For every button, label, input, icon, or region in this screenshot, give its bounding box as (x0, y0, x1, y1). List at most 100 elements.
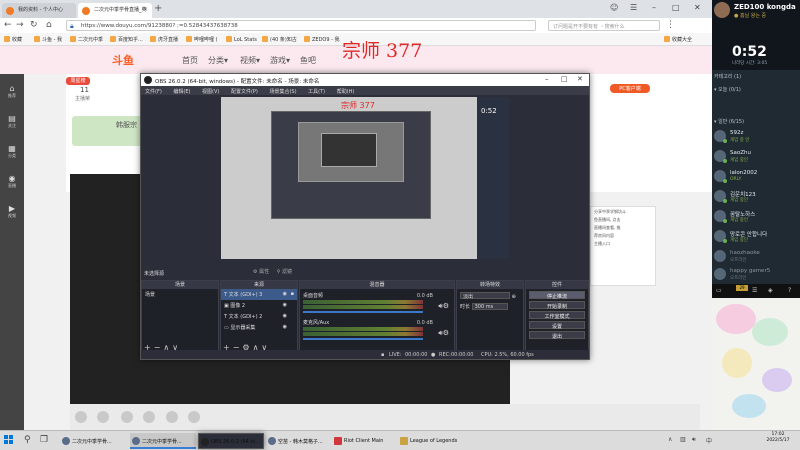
address-bar[interactable]: 🔒︎ https://www.douyu.com/9123880? ;=0.52… (66, 20, 536, 31)
nav-item[interactable]: 视频▾ (240, 55, 260, 66)
gift-icon[interactable] (97, 411, 109, 423)
scene-item[interactable]: 场景 (142, 289, 218, 300)
bookmark[interactable]: ZEDO9 - 我 (304, 36, 340, 43)
home-icon[interactable]: ⌂ (46, 20, 52, 30)
bookmark[interactable]: 虎牙直播 (150, 36, 178, 43)
taskbar-item-music[interactable]: 空苗 - 韩木莫格子... (266, 433, 330, 449)
friend-item[interactable]: SaoZhu 게임 중인 (712, 148, 800, 166)
start-recording-button[interactable]: 开始录制 (529, 301, 585, 310)
menu-item[interactable]: 帮助(H) (337, 89, 355, 95)
volume-icon[interactable]: 🔊︎ (692, 436, 696, 444)
back-icon[interactable]: ← (4, 20, 12, 30)
source-item[interactable]: ▣ 图像 2 ◉ (221, 300, 297, 311)
task-view-icon[interactable]: ❐ (40, 435, 48, 445)
close-window-icon[interactable]: ✕ (694, 3, 701, 12)
friend-item[interactable]: haozhaoke 오프라인 (712, 248, 800, 266)
mission-icon[interactable]: ◈ (768, 287, 773, 294)
menu-item[interactable]: 工具(T) (308, 89, 325, 95)
close-tab-icon[interactable]: × (143, 6, 148, 13)
studio-mode-button[interactable]: 工作室模式 (529, 311, 585, 320)
eye-icon[interactable]: ◉ (283, 302, 287, 308)
douyu-logo[interactable]: 斗鱼 (112, 52, 134, 68)
lock-icon[interactable]: ▪ (291, 291, 294, 297)
menu-item[interactable]: 场景集合(S) (269, 89, 296, 95)
taskbar-item-browser[interactable]: 二次元中季学骨... (60, 433, 128, 449)
new-tab-icon[interactable]: + (154, 3, 162, 14)
taskbar-item-obs[interactable]: OBS 26.0.2 (64-bi... (198, 433, 264, 449)
bookmark[interactable]: 哔哩哔哩 ( (186, 36, 218, 43)
rank-badge[interactable]: 周星榜 (66, 77, 90, 85)
maximize-icon[interactable]: □ (672, 3, 680, 12)
eye-icon[interactable]: ◉ (283, 291, 287, 297)
refresh-icon[interactable]: ↻ (30, 20, 38, 30)
maximize-icon[interactable]: □ (561, 75, 568, 83)
taskbar-item-riot-client[interactable]: Riot Client Main (332, 433, 396, 449)
obs-preview[interactable]: 宗师 377 0:52 (221, 97, 509, 259)
avatar[interactable] (714, 2, 730, 18)
browser-tab-active[interactable]: 二次元中季学骨直播_英 × (78, 3, 152, 18)
exit-button[interactable]: 退出 (529, 331, 585, 340)
input-language[interactable]: 中 (706, 436, 712, 445)
menu-item[interactable]: 文件(F) (145, 89, 162, 95)
forward-icon[interactable]: → (16, 20, 24, 30)
menu-item[interactable]: 配置文件(P) (231, 89, 258, 95)
group-header[interactable]: ▾ 오늘 (0/1) (714, 86, 741, 93)
pc-client-button[interactable]: PC客户端 (610, 84, 650, 93)
gift-icon[interactable] (75, 411, 87, 423)
close-icon[interactable]: ✕ (577, 75, 583, 83)
friend-item[interactable]: 꿈탈노하스 게임 중인 (712, 208, 800, 226)
stop-streaming-button[interactable]: 停止推流 (529, 291, 585, 300)
nav-item[interactable]: 鱼吧 (300, 55, 316, 66)
nav-item[interactable]: 分类▾ (208, 55, 228, 66)
system-clock[interactable]: 17:02 2022/5/17 (758, 432, 798, 444)
volume-slider[interactable] (303, 338, 423, 340)
menu-item[interactable]: 编辑(E) (173, 89, 190, 95)
source-item[interactable]: ▭ 显示器采集 ◉ (221, 322, 297, 333)
rail-item[interactable]: ◉ 直播 (4, 174, 20, 189)
eye-icon[interactable]: ◉ (283, 324, 287, 330)
obs-title-bar[interactable]: OBS 26.0.2 (64-bit, windows) - 配置文件: 未命名… (141, 74, 589, 86)
gift-icon[interactable] (166, 411, 179, 423)
bookmark[interactable]: (40 条)知古 (262, 36, 297, 43)
windows-start-icon[interactable] (4, 435, 14, 445)
taskbar-item-league[interactable]: League of Legends (398, 433, 468, 449)
properties-button[interactable]: 属性 (259, 269, 269, 275)
nav-item[interactable]: 游戏▾ (270, 55, 290, 66)
eye-icon[interactable]: ◉ (283, 313, 287, 319)
list-icon[interactable]: ☰ (752, 287, 757, 294)
gift-icon[interactable] (120, 411, 133, 423)
gift-icon[interactable] (142, 411, 155, 423)
tray-chevron-icon[interactable]: ∧ (668, 436, 672, 443)
transition-select[interactable]: 淡出 (460, 292, 510, 300)
rail-item[interactable]: ▤ 关注 (4, 114, 20, 129)
window-menu-icon[interactable]: ☰ (630, 3, 637, 12)
settings-button[interactable]: 设置 (529, 321, 585, 330)
nav-item[interactable]: 首页 (182, 55, 198, 66)
filters-button[interactable]: 滤镜 (282, 269, 292, 275)
volume-slider[interactable] (303, 311, 423, 313)
bookmark[interactable]: 收藏大全 (664, 36, 692, 43)
taskbar-item-browser[interactable]: 二次元中季学骨... (130, 433, 196, 449)
extensions-icon[interactable]: ⋮ (666, 20, 675, 30)
friend-item[interactable]: 김운치123 게임 중인 (712, 188, 800, 206)
bookmark[interactable]: 收藏 (4, 36, 22, 43)
search-icon[interactable]: ⚲ (24, 435, 31, 445)
friend-item[interactable]: lalon2002 ORLY (712, 168, 800, 186)
browser-tab[interactable]: 我的资料 - 个人中心 (2, 3, 76, 18)
minimize-icon[interactable]: – (652, 3, 656, 12)
bookmark[interactable]: 二次元中季 (70, 36, 103, 43)
minimize-icon[interactable]: – (545, 75, 549, 83)
friend-item[interactable]: happy gamer5 오프라인 (712, 266, 800, 284)
duration-input[interactable]: 300 ms (471, 303, 508, 310)
network-icon[interactable]: ▥ (680, 436, 686, 443)
bookmark[interactable]: 百度知乎... (110, 36, 143, 43)
bookmark[interactable]: LoL Stats (226, 36, 257, 43)
group-header[interactable]: ▾ 일반 (6/15) (714, 118, 744, 125)
chat-icon[interactable]: ▭ (716, 287, 722, 294)
add-transition-icon[interactable]: ⊕ (512, 294, 516, 300)
rail-item[interactable]: ▦ 分类 (4, 144, 20, 159)
friend-item[interactable]: 592z 게임 중 인 (712, 128, 800, 146)
speaker-icon[interactable]: 🔊︎⚙ (438, 302, 449, 311)
account-icon[interactable]: ☺ (610, 3, 618, 12)
help-icon[interactable]: ? (788, 287, 791, 294)
